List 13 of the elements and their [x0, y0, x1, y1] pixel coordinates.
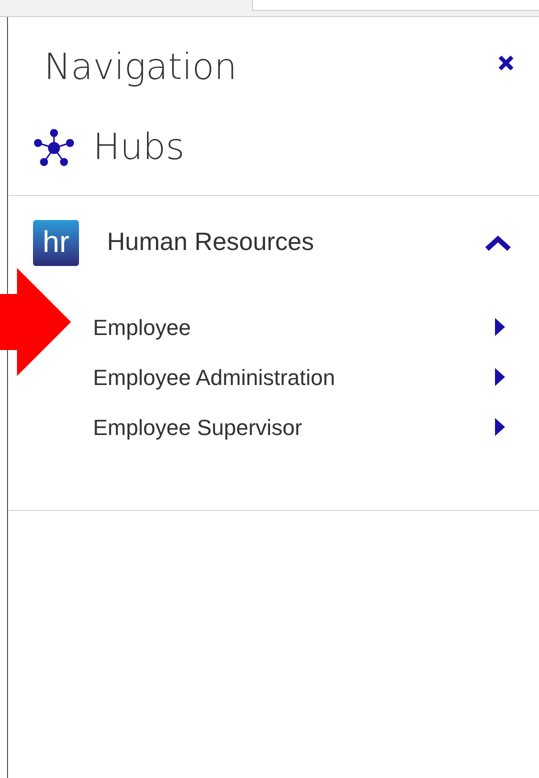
- caret-right-icon: [495, 368, 505, 386]
- hub-header[interactable]: hr Human Resources: [8, 196, 539, 284]
- hr-logo: hr: [33, 220, 79, 266]
- close-button[interactable]: [497, 54, 515, 72]
- menu-item[interactable]: Employee Administration: [80, 352, 539, 402]
- caret-right-icon: [495, 318, 505, 336]
- caret-right-icon: [495, 418, 505, 436]
- menu-item[interactable]: Employee Supervisor: [80, 402, 539, 452]
- menu-item[interactable]: Employee: [80, 302, 539, 352]
- network-icon: [33, 128, 75, 168]
- panel-title: Navigation: [44, 46, 237, 90]
- close-icon: [497, 54, 515, 72]
- section-label: Hubs: [93, 126, 184, 170]
